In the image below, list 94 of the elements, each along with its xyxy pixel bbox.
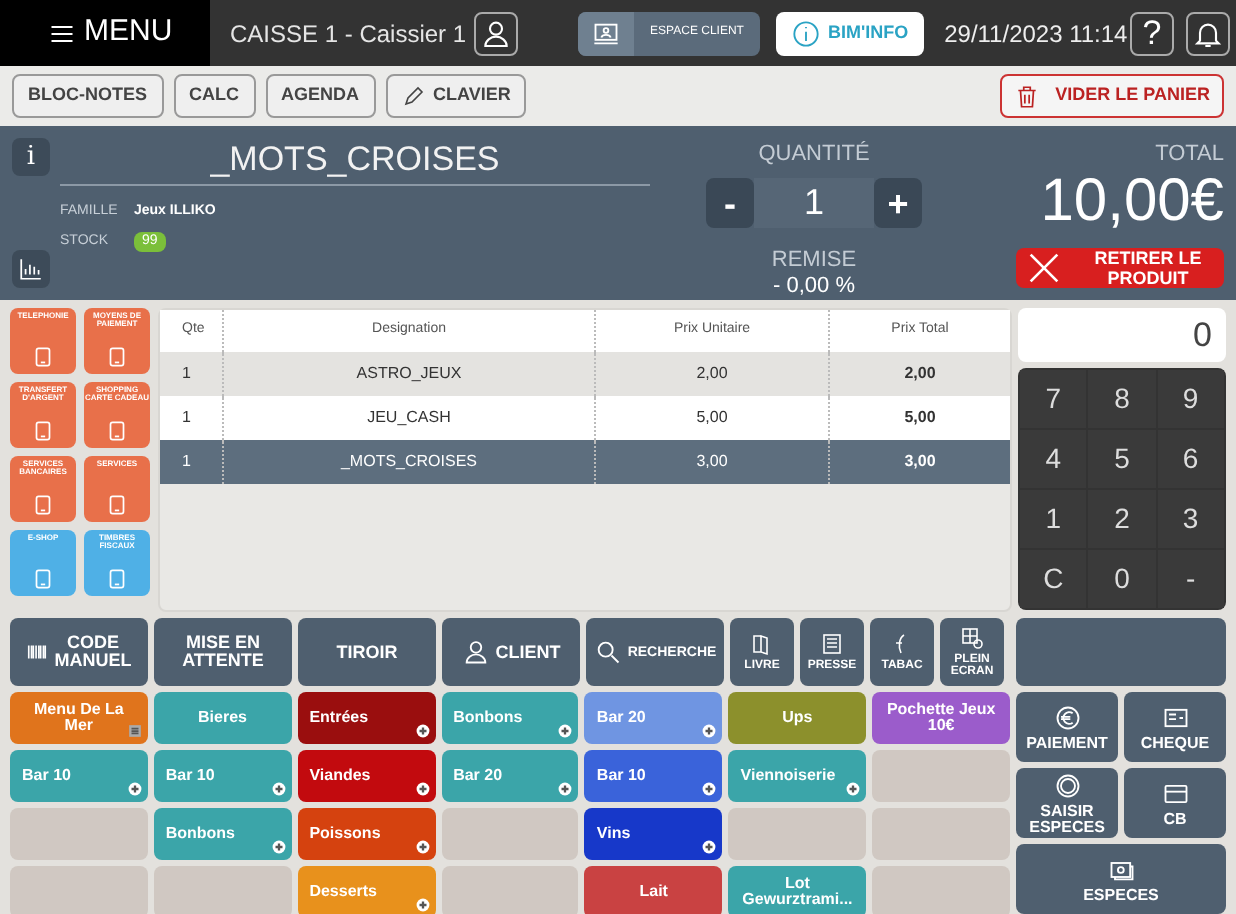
- bar-chart-icon: [18, 256, 44, 282]
- action-button[interactable]: MISE EN ATTENTE: [154, 618, 292, 686]
- empty-tile: [872, 750, 1010, 802]
- toolbar-button[interactable]: BLOC-NOTES: [12, 74, 163, 118]
- empty-tile: [872, 808, 1010, 860]
- action-button[interactable]: TIROIR: [298, 618, 436, 686]
- table-cell-text: 2,00: [902, 362, 938, 386]
- keypad-key[interactable]: 5: [1088, 430, 1156, 488]
- cart-row[interactable]: 1 JEU_CASH 5,00 5,00: [160, 396, 1010, 440]
- payment-button[interactable]: PAIEMENT: [1016, 692, 1118, 762]
- action-button[interactable]: CODE MANUEL: [10, 618, 148, 686]
- keypad-key[interactable]: 8: [1088, 370, 1156, 428]
- product-tile[interactable]: Poissons: [297, 808, 436, 860]
- remove-product-button[interactable]: RETIRER LE PRODUIT: [1016, 247, 1224, 288]
- pencil-icon: [401, 84, 426, 108]
- monitor-icon: [590, 19, 623, 47]
- payment-button[interactable]: ESPECES: [1016, 844, 1226, 914]
- device-icon: [104, 418, 130, 444]
- register-label: CAISSE 1 - Caissier 1: [230, 17, 467, 51]
- keypad-key[interactable]: 9: [1157, 370, 1224, 428]
- minus-button[interactable]: -: [706, 177, 754, 227]
- product-tile[interactable]: Vins: [584, 808, 723, 860]
- cart-row[interactable]: 1 _MOTS_CROISES 3,00 3,00: [160, 440, 1010, 484]
- keypad-key[interactable]: C: [1020, 550, 1087, 608]
- product-tile[interactable]: Entrées: [297, 692, 436, 744]
- menu-button[interactable]: MENU: [0, 0, 210, 66]
- plus-button[interactable]: +: [874, 177, 922, 227]
- payment-button[interactable]: SAISIR ESPECES: [1016, 768, 1118, 838]
- stats-button[interactable]: [12, 250, 50, 288]
- payment-button[interactable]: CHEQUE: [1124, 692, 1226, 762]
- discount-value: - 0,00 %: [773, 271, 855, 299]
- notifications-button[interactable]: [1186, 11, 1230, 55]
- device-icon: [30, 344, 56, 370]
- toolbar-button[interactable]: CALC: [173, 74, 255, 118]
- empty-tile: [441, 866, 579, 914]
- device-icon: [30, 566, 56, 592]
- empty-tile: [441, 808, 579, 860]
- device-icon: [30, 418, 56, 444]
- toolbar-button[interactable]: CLAVIER: [385, 74, 527, 118]
- empty-tile: [872, 866, 1010, 914]
- empty-tile: [10, 808, 148, 860]
- product-tile[interactable]: Ups: [728, 692, 867, 744]
- keypad-key[interactable]: 6: [1157, 430, 1224, 488]
- product-tile[interactable]: Pochette Jeux 10€: [872, 692, 1010, 744]
- user-button[interactable]: [474, 11, 519, 55]
- table-cell: 1: [160, 440, 224, 484]
- empty-tile: [728, 808, 867, 860]
- euro-icon: [1053, 703, 1081, 731]
- person-icon: [480, 17, 513, 49]
- search-icon: [593, 638, 622, 666]
- keypad-key[interactable]: 1: [1020, 490, 1087, 548]
- coin-icon: [1053, 771, 1081, 799]
- card-icon: [1161, 779, 1189, 807]
- table-cell: 3,00: [596, 440, 830, 484]
- date-time: 29/11/2023 11:14: [944, 17, 1128, 51]
- device-icon: [104, 566, 130, 592]
- action-button[interactable]: CLIENT: [442, 618, 580, 686]
- product-name: _MOTS_CROISES: [60, 138, 650, 186]
- keypad-key[interactable]: 2: [1088, 490, 1156, 548]
- keypad-key[interactable]: 4: [1020, 430, 1087, 488]
- payment-button[interactable]: CB: [1124, 768, 1226, 838]
- empty-tile: [153, 866, 292, 914]
- keypad-key[interactable]: 3: [1157, 490, 1224, 548]
- product-tile[interactable]: Bar 10: [584, 750, 723, 802]
- grid-icon: [960, 626, 984, 650]
- keypad-key[interactable]: 7: [1020, 370, 1087, 428]
- clear-cart-button[interactable]: VIDER LE PANIER: [999, 74, 1224, 118]
- discount-label: REMISE: [771, 247, 857, 271]
- cheque-icon: [1161, 703, 1189, 731]
- table-cell: _MOTS_CROISES: [224, 440, 596, 484]
- trash-icon: [1013, 83, 1040, 109]
- keypad-display[interactable]: 0: [1018, 308, 1226, 362]
- info-icon: [791, 19, 820, 47]
- device-icon: [104, 492, 130, 518]
- help-button[interactable]: ?: [1130, 11, 1174, 55]
- table-cell-text: 5,00: [902, 406, 938, 430]
- device-icon: [104, 344, 130, 370]
- total-label: TOTAL: [1155, 140, 1224, 170]
- product-tile[interactable]: Viandes: [297, 750, 436, 802]
- quantity-field[interactable]: 1: [754, 177, 874, 227]
- keypad-key[interactable]: -: [1157, 550, 1224, 608]
- info-button[interactable]: i: [12, 138, 50, 176]
- cart-row[interactable]: 1 ASTRO_JEUX 2,00 2,00: [160, 352, 1010, 396]
- quantity-label: QUANTITÉ: [758, 139, 870, 170]
- table-cell-text: 3,00: [902, 450, 938, 474]
- total-amount: 10,00€: [1040, 171, 1224, 231]
- device-icon: [30, 492, 56, 518]
- product-tile[interactable]: Lait: [584, 866, 723, 914]
- person-icon: [461, 638, 490, 666]
- newspaper-icon: [820, 632, 844, 656]
- toolbar-button[interactable]: AGENDA: [265, 74, 376, 118]
- keypad-key[interactable]: 0: [1088, 550, 1156, 608]
- book-icon: [750, 632, 774, 656]
- empty-tile: [10, 866, 148, 914]
